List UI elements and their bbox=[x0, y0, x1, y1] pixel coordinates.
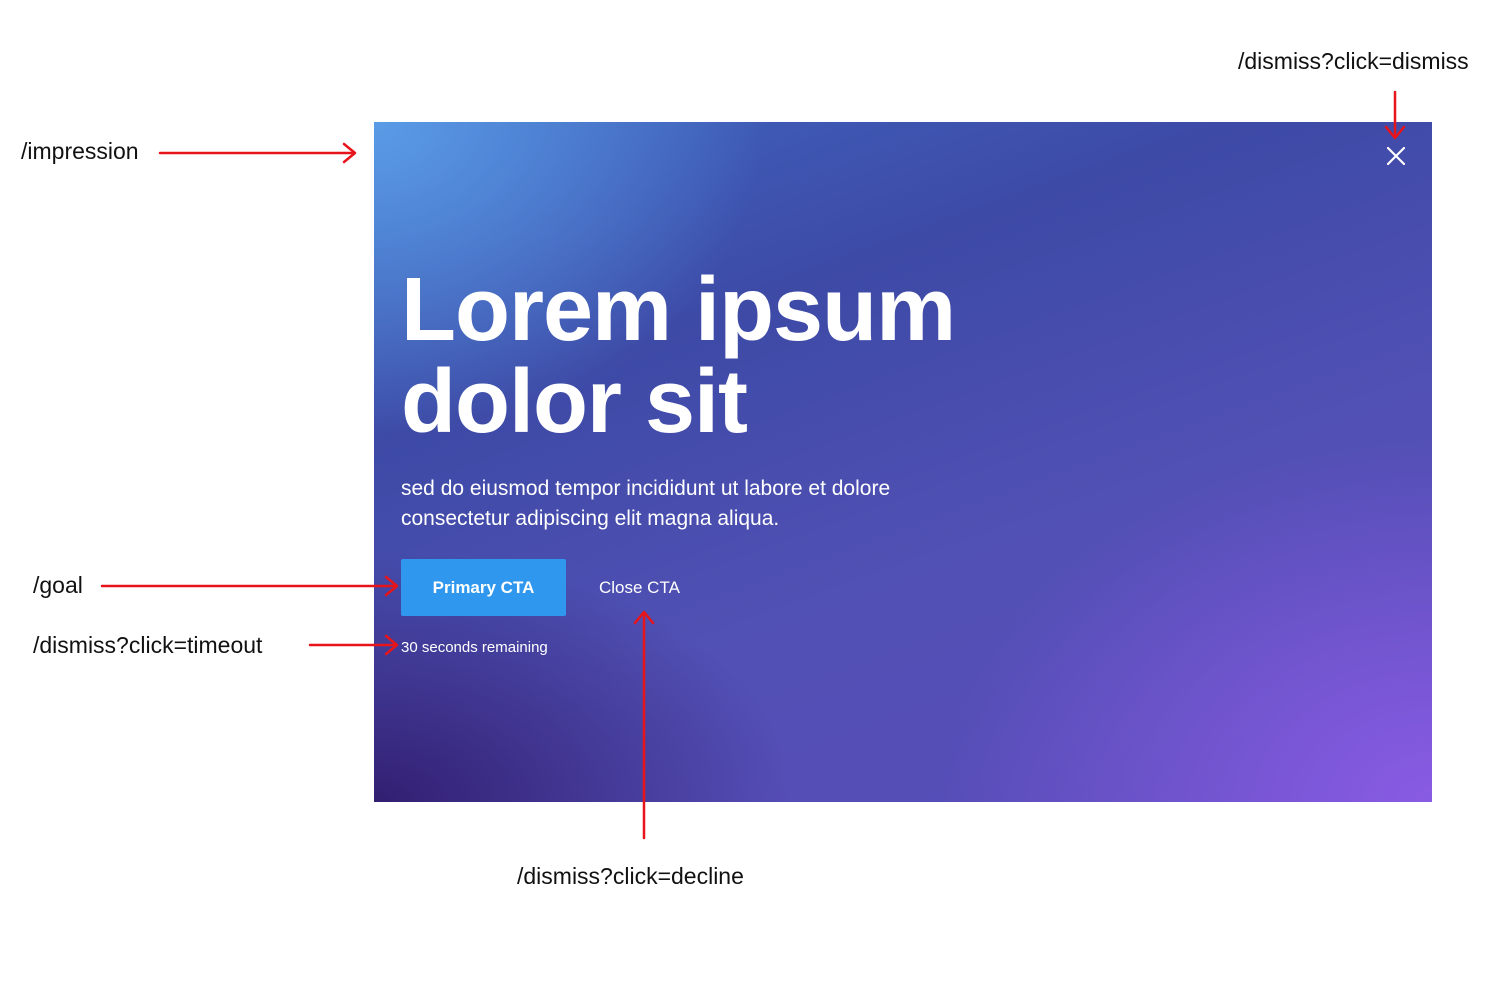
modal-headline: Lorem ipsum dolor sit bbox=[401, 264, 1161, 448]
body-line-1: sed do eiusmod tempor incididunt ut labo… bbox=[401, 477, 891, 500]
close-cta-button[interactable]: Close CTA bbox=[586, 559, 693, 616]
headline-line-1: Lorem ipsum bbox=[401, 260, 956, 360]
close-icon[interactable] bbox=[1384, 144, 1408, 168]
primary-cta-button[interactable]: Primary CTA bbox=[401, 559, 566, 616]
annotation-decline: /dismiss?click=decline bbox=[517, 863, 744, 889]
arrow-icon bbox=[100, 575, 399, 597]
modal-body-text: sed do eiusmod tempor incididunt ut labo… bbox=[401, 474, 1001, 534]
annotated-screenshot: Lorem ipsum dolor sit sed do eiusmod tem… bbox=[0, 0, 1512, 982]
arrow-icon bbox=[158, 142, 357, 164]
body-line-2: consectetur adipiscing elit magna aliqua… bbox=[401, 507, 780, 530]
promo-modal: Lorem ipsum dolor sit sed do eiusmod tem… bbox=[374, 122, 1432, 802]
headline-line-2: dolor sit bbox=[401, 352, 748, 452]
annotation-dismiss: /dismiss?click=dismiss bbox=[1238, 48, 1469, 74]
annotation-goal: /goal bbox=[33, 572, 83, 598]
annotation-timeout: /dismiss?click=timeout bbox=[33, 632, 263, 658]
countdown-timer-text: 30 seconds remaining bbox=[401, 639, 548, 656]
annotation-impression: /impression bbox=[21, 138, 139, 164]
